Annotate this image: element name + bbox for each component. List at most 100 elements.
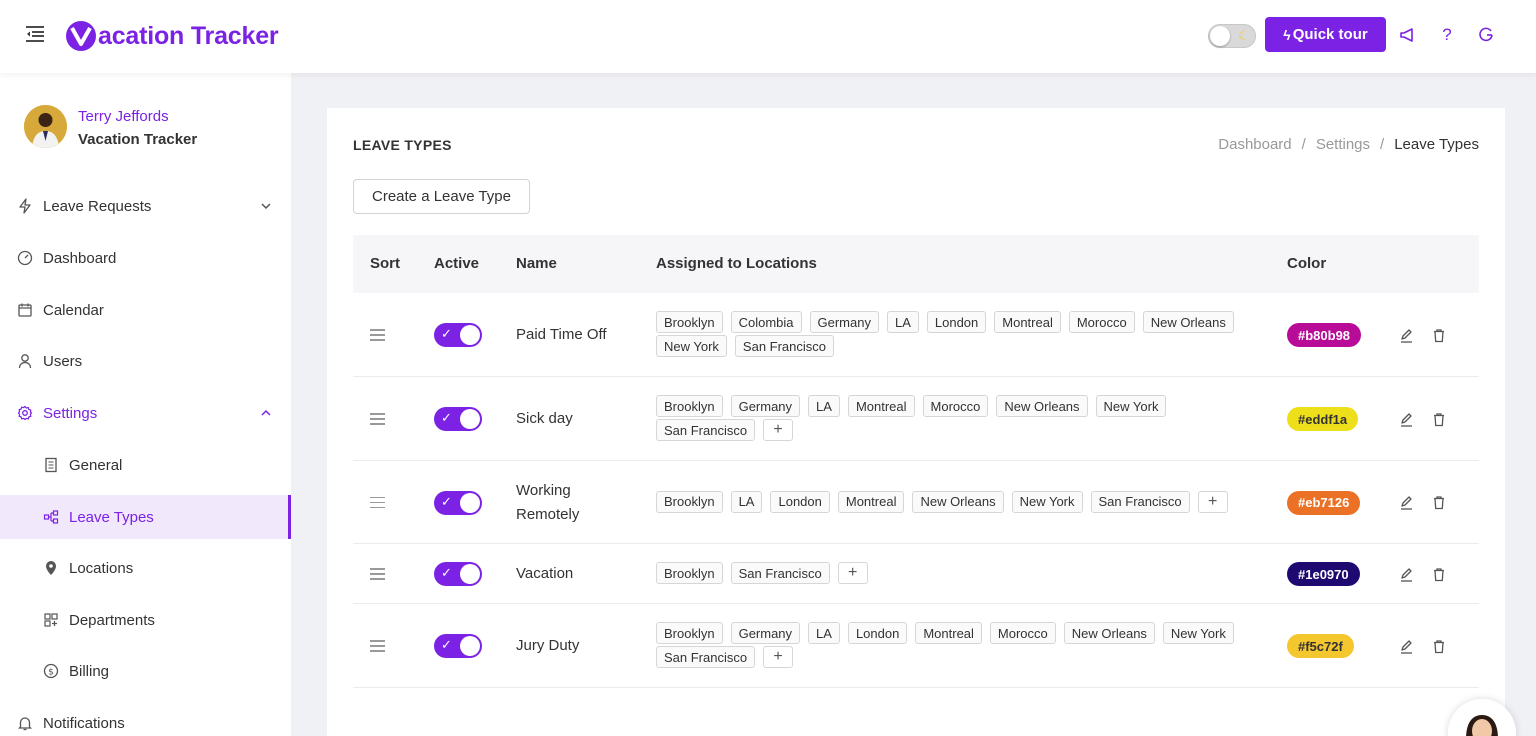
add-location-button[interactable]: +	[763, 419, 794, 441]
active-toggle[interactable]: ✓	[434, 407, 482, 431]
sidebar-item-notifications[interactable]: Notifications	[0, 701, 291, 736]
breadcrumb-current: Leave Types	[1394, 136, 1479, 153]
sidebar-item-calendar[interactable]: Calendar	[0, 288, 291, 332]
drag-handle-icon[interactable]	[370, 329, 385, 341]
user-card[interactable]: Terry Jeffords Vacation Tracker	[0, 73, 291, 183]
leave-type-name: Jury Duty	[516, 637, 580, 654]
color-badge: #eddf1a	[1287, 407, 1359, 431]
location-tag: New York	[1162, 622, 1234, 644]
checkmark-icon: ✓	[441, 637, 452, 652]
sidebar-item-departments[interactable]: Departments	[0, 598, 291, 642]
location-tag: Montreal	[994, 311, 1061, 333]
location-tag: Montreal	[847, 395, 915, 417]
sidebar: Terry Jeffords Vacation Tracker Leave Re…	[0, 73, 291, 736]
edit-icon[interactable]	[1398, 566, 1414, 582]
location-tag: Brooklyn	[656, 562, 723, 584]
color-badge: #eb7126	[1287, 490, 1361, 515]
breadcrumb-settings[interactable]: Settings	[1316, 136, 1370, 153]
location-tag: Morocco	[922, 395, 989, 417]
table-row: ✓ Jury Duty Brooklyn Germany LA London Montr…	[353, 604, 1479, 688]
edit-icon[interactable]	[1398, 638, 1414, 654]
checkmark-icon: ✓	[441, 493, 452, 509]
location-tag: San Francisco	[1090, 490, 1190, 513]
app-logo[interactable]: acation Tracker	[66, 18, 279, 54]
user-name: Terry Jeffords	[78, 108, 169, 125]
refresh-icon[interactable]	[1475, 24, 1497, 46]
user-icon	[17, 353, 33, 369]
dollar-icon: $	[43, 663, 59, 679]
drag-handle-icon[interactable]	[370, 496, 385, 509]
active-toggle[interactable]: ✓	[434, 562, 482, 586]
location-tag: London	[847, 622, 908, 644]
delete-icon[interactable]	[1431, 327, 1447, 343]
active-toggle[interactable]: ✓	[434, 490, 482, 515]
calendar-icon	[17, 302, 33, 318]
location-tag: New Orleans	[912, 490, 1004, 513]
breadcrumb: Dashboard / Settings / Leave Types	[1218, 136, 1479, 153]
megaphone-icon[interactable]	[1397, 24, 1419, 46]
sidebar-item-settings[interactable]: Settings	[0, 391, 291, 435]
dark-mode-toggle[interactable]: ☾	[1208, 24, 1256, 48]
drag-handle-icon[interactable]	[370, 413, 385, 425]
location-tag: San Francisco	[730, 562, 830, 584]
location-tag: Germany	[809, 311, 879, 333]
location-tag: San Francisco	[656, 646, 756, 668]
active-toggle[interactable]: ✓	[434, 634, 482, 658]
location-tag: Brooklyn	[656, 490, 723, 513]
gear-icon	[17, 405, 33, 421]
sidebar-item-leave-types[interactable]: Leave Types	[0, 495, 291, 539]
column-locations: Assigned to Locations	[656, 255, 817, 272]
sidebar-item-general[interactable]: General	[0, 443, 291, 487]
location-tag: Brooklyn	[656, 622, 723, 644]
table-row: ✓ Vacation Brooklyn San Francisco + #1e097…	[353, 544, 1479, 604]
location-tag: LA	[730, 490, 763, 513]
moon-icon: ☾	[1238, 28, 1250, 43]
delete-icon[interactable]	[1431, 495, 1447, 511]
sidebar-item-users[interactable]: Users	[0, 339, 291, 383]
column-name: Name	[516, 255, 557, 272]
departments-icon	[43, 612, 59, 628]
create-leave-type-button[interactable]: Create a Leave Type	[353, 179, 530, 214]
leave-type-name: Sick day	[516, 410, 573, 427]
quick-tour-button[interactable]: ϟ Quick tour	[1265, 17, 1386, 52]
location-tag: Montreal	[915, 622, 982, 644]
logo-v-icon	[66, 21, 96, 51]
help-icon[interactable]: ?	[1436, 24, 1458, 46]
add-location-button[interactable]: +	[837, 562, 868, 584]
leave-type-name: Vacation	[516, 565, 574, 582]
active-toggle[interactable]: ✓	[434, 323, 482, 347]
location-tags: Brooklyn Colombia Germany LA London Montreal M…	[656, 311, 1256, 359]
location-tag: New Orleans	[1142, 311, 1234, 333]
breadcrumb-dashboard[interactable]: Dashboard	[1218, 136, 1291, 153]
delete-icon[interactable]	[1431, 566, 1447, 582]
drag-handle-icon[interactable]	[370, 640, 385, 652]
edit-icon[interactable]	[1398, 327, 1414, 343]
delete-icon[interactable]	[1431, 638, 1447, 654]
table-row: ✓ Working Remotely Brooklyn LA London Montr…	[353, 461, 1479, 544]
sidebar-item-billing[interactable]: $ Billing	[0, 649, 291, 693]
checkmark-icon: ✓	[441, 326, 452, 341]
location-tag: LA	[808, 395, 840, 417]
sidebar-item-locations[interactable]: Locations	[0, 546, 291, 590]
location-tags: Brooklyn Germany LA London Montreal Morocco Ne…	[656, 622, 1256, 670]
chevron-up-icon	[259, 406, 273, 420]
table-row: ✓ Paid Time Off Brooklyn Colombia Germany L…	[353, 293, 1479, 377]
chevron-down-icon	[259, 199, 273, 213]
avatar	[24, 105, 67, 148]
document-icon	[43, 457, 59, 473]
sidebar-item-dashboard[interactable]: Dashboard	[0, 236, 291, 280]
delete-icon[interactable]	[1431, 411, 1447, 427]
collapse-menu-icon[interactable]	[24, 24, 46, 44]
top-header: acation Tracker ☾ ϟ Quick tour ?	[0, 0, 1536, 73]
sidebar-item-leave-requests[interactable]: Leave Requests	[0, 184, 291, 228]
add-location-button[interactable]: +	[763, 646, 794, 668]
add-location-button[interactable]: +	[1197, 490, 1228, 513]
edit-icon[interactable]	[1398, 495, 1414, 511]
table-row: ✓ Sick day Brooklyn Germany LA Montreal Moro…	[353, 377, 1479, 461]
edit-icon[interactable]	[1398, 411, 1414, 427]
color-badge: #f5c72f	[1287, 634, 1354, 658]
location-tag: New Orleans	[1063, 622, 1155, 644]
location-tag: Colombia	[730, 311, 802, 333]
drag-handle-icon[interactable]	[370, 568, 385, 580]
hierarchy-icon	[43, 509, 59, 525]
